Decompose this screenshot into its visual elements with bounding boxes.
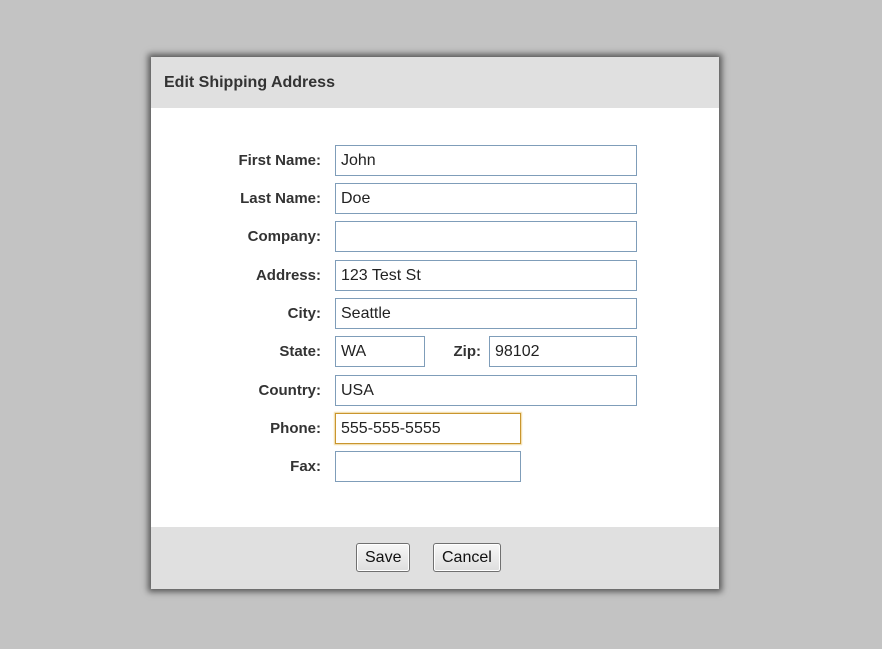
country-field[interactable] [335, 375, 637, 406]
company-field[interactable] [335, 221, 637, 252]
first-name-field[interactable] [335, 145, 637, 176]
city-field[interactable] [335, 298, 637, 329]
zip-field[interactable] [489, 336, 637, 367]
address-field[interactable] [335, 260, 637, 291]
edit-shipping-address-dialog: Edit Shipping Address First Name: Last N… [151, 57, 719, 589]
company-label: Company: [247, 228, 321, 245]
dialog-title: Edit Shipping Address [164, 74, 335, 91]
save-button[interactable]: Save [356, 543, 411, 572]
city-label: City: [287, 305, 321, 322]
cancel-button[interactable]: Cancel [433, 543, 501, 572]
dialog-footer: Save Cancel [151, 527, 719, 589]
fax-field[interactable] [335, 451, 521, 482]
dialog-header: Edit Shipping Address [151, 57, 719, 108]
address-label: Address: [255, 267, 321, 284]
last-name-label: Last Name: [240, 190, 321, 207]
phone-label: Phone: [270, 420, 321, 437]
state-label: State: [279, 343, 321, 360]
zip-label: Zip: [453, 343, 482, 360]
fax-label: Fax: [290, 458, 321, 475]
last-name-field[interactable] [335, 183, 637, 214]
dialog-body: First Name: Last Name: Company: Address:… [151, 108, 719, 527]
first-name-label: First Name: [238, 152, 321, 169]
phone-field[interactable] [335, 413, 521, 444]
country-label: Country: [258, 382, 322, 399]
